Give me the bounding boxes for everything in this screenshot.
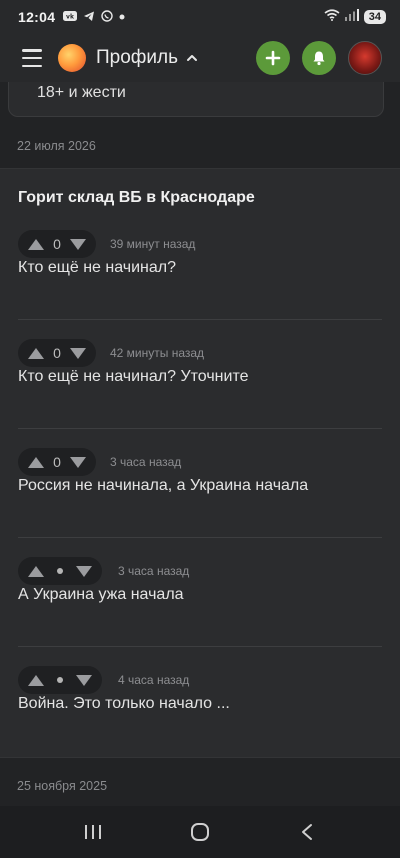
divider (18, 537, 382, 538)
app-logo (58, 44, 86, 72)
downvote-arrow-icon[interactable] (75, 564, 93, 578)
downvote-arrow-icon[interactable] (69, 237, 87, 251)
notification-dot-icon (119, 12, 125, 23)
date-separator: 25 ноября 2025 (17, 779, 108, 793)
upvote-arrow-icon[interactable] (27, 455, 45, 469)
upvote-arrow-icon[interactable] (27, 237, 45, 251)
status-bar: 12:04 vk 34 (0, 0, 400, 34)
wifi-icon (324, 8, 340, 26)
vk-icon: vk (63, 10, 78, 24)
svg-text:vk: vk (66, 13, 75, 20)
comment: 3 часа назад А Украина ужа начала (0, 557, 400, 666)
divider (18, 319, 382, 320)
comment-text[interactable]: Война. Это только начало ... (18, 695, 230, 713)
recent-apps-icon[interactable] (73, 812, 113, 852)
comment-timestamp[interactable]: 42 минуты назад (110, 346, 204, 360)
comment-text[interactable]: Россия не начинала, а Украина начала (18, 477, 308, 495)
user-avatar[interactable] (348, 41, 382, 75)
downvote-arrow-icon[interactable] (69, 455, 87, 469)
vote-control (18, 666, 102, 694)
hamburger-menu-icon[interactable] (22, 49, 42, 67)
header-actions (256, 41, 382, 75)
create-post-button[interactable] (256, 41, 290, 75)
app-header: Профиль (0, 34, 400, 82)
vote-score (57, 568, 63, 574)
comment-timestamp[interactable]: 3 часа назад (118, 564, 189, 578)
comment-text[interactable]: Кто ещё не начинал? (18, 259, 176, 277)
vote-control: 0 (18, 339, 96, 367)
plus-icon (265, 50, 281, 66)
comment: 0 3 часа назад Россия не начинала, а Укр… (0, 448, 400, 557)
upvote-arrow-icon[interactable] (27, 346, 45, 360)
status-time: 12:04 (18, 9, 56, 25)
downvote-arrow-icon[interactable] (69, 346, 87, 360)
vote-control (18, 557, 102, 585)
system-navigation-bar (0, 806, 400, 858)
notifications-button[interactable] (302, 41, 336, 75)
feed[interactable]: 18+ и жести 22 июля 2026 Горит склад ВБ … (0, 82, 400, 806)
signal-icon (344, 8, 359, 26)
vote-control: 0 (18, 230, 96, 258)
whatsapp-icon (101, 9, 114, 25)
comment-text[interactable]: Кто ещё не начинал? Уточните (18, 368, 248, 386)
back-icon[interactable] (287, 812, 327, 852)
comment: 0 42 минуты назад Кто ещё не начинал? Ут… (0, 339, 400, 448)
battery-indicator: 34 (363, 10, 386, 24)
status-right: 34 (324, 8, 386, 26)
bell-icon (313, 51, 325, 66)
comment-timestamp[interactable]: 3 часа назад (110, 455, 181, 469)
vote-score: 0 (53, 236, 61, 252)
header-title[interactable]: Профиль (96, 47, 178, 69)
divider (18, 646, 382, 647)
comment: 0 39 минут назад Кто ещё не начинал? (0, 230, 400, 339)
comment-timestamp[interactable]: 4 часа назад (118, 673, 189, 687)
comment: 4 часа назад Война. Это только начало ..… (0, 666, 400, 775)
vote-score: 0 (53, 454, 61, 470)
status-app-icons: vk (63, 9, 125, 25)
post-card[interactable]: Горит склад ВБ в Краснодаре 0 39 минут н… (0, 168, 400, 758)
telegram-icon (83, 10, 95, 25)
chevron-up-icon[interactable] (186, 52, 198, 64)
downvote-arrow-icon[interactable] (75, 673, 93, 687)
vote-control: 0 (18, 448, 96, 476)
vote-score: 0 (53, 345, 61, 361)
comment-timestamp[interactable]: 39 минут назад (110, 237, 195, 251)
home-icon[interactable] (180, 812, 220, 852)
upvote-arrow-icon[interactable] (27, 564, 45, 578)
vote-score (57, 677, 63, 683)
post-title[interactable]: Горит склад ВБ в Краснодаре (18, 189, 255, 207)
date-separator: 22 июля 2026 (17, 139, 96, 153)
previous-post-text: 18+ и жести (37, 84, 126, 101)
previous-post-card[interactable]: 18+ и жести (8, 82, 384, 117)
upvote-arrow-icon[interactable] (27, 673, 45, 687)
comment-text[interactable]: А Украина ужа начала (18, 586, 184, 604)
divider (18, 428, 382, 429)
